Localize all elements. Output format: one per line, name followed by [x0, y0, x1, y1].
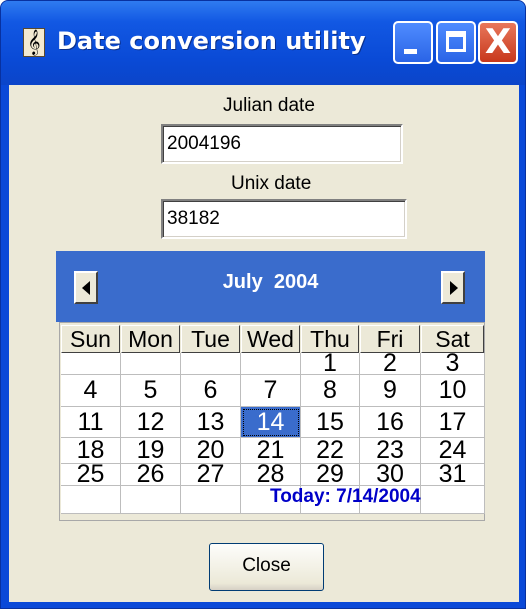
close-icon: X — [484, 22, 512, 62]
unix-date-field[interactable]: 38182 — [161, 199, 407, 239]
calendar-day[interactable]: 28 — [241, 462, 301, 487]
unix-date-label: Unix date — [231, 173, 312, 194]
calendar-empty-cell — [121, 353, 181, 375]
calendar-day[interactable]: 9 — [360, 375, 421, 407]
julian-date-label: Julian date — [223, 95, 315, 116]
weekday-header: Mon — [121, 325, 180, 353]
maximize-icon — [446, 31, 466, 52]
calendar-day[interactable]: 5 — [121, 375, 181, 407]
minimize-icon — [404, 49, 417, 54]
calendar-empty-cell — [421, 486, 485, 514]
next-month-button[interactable] — [441, 271, 465, 304]
weekday-header: Wed — [241, 325, 300, 353]
calendar-day[interactable]: 13 — [181, 407, 241, 438]
calendar-empty-cell — [61, 353, 121, 375]
calendar-empty-cell — [241, 353, 301, 375]
calendar-day[interactable]: 31 — [421, 462, 485, 487]
calendar-day[interactable]: 1 — [301, 351, 360, 376]
calendar-day[interactable]: 6 — [181, 375, 241, 407]
dialog-body: Julian date 2004196 Unix date 38182 July… — [9, 85, 519, 602]
calendar-grid: 1 2 3 4 5 6 7 8 9 10 11 12 13 14 15 16 17 18 19 20 21 22 23 24 2… — [59, 322, 485, 521]
calendar-day[interactable]: 29 — [301, 462, 360, 487]
calendar-empty-cell — [61, 486, 121, 514]
calendar-empty-cell — [121, 486, 181, 514]
weekday-header: Tue — [181, 325, 240, 353]
minimize-button[interactable] — [393, 21, 433, 64]
calendar-day[interactable]: 11 — [61, 407, 121, 438]
calendar-day[interactable]: 17 — [421, 407, 485, 438]
calendar-day[interactable]: 2 — [360, 351, 421, 376]
today-link[interactable]: Today: 7/14/2004 — [270, 486, 421, 508]
right-arrow-icon — [450, 281, 458, 295]
calendar-day[interactable]: 25 — [61, 462, 121, 487]
calendar-day[interactable]: 12 — [121, 407, 181, 438]
month-title: July 2004 — [222, 271, 319, 293]
calendar-day[interactable]: 16 — [360, 407, 421, 438]
app-icon[interactable]: 𝄞 — [23, 28, 45, 57]
close-window-button[interactable]: X — [478, 21, 518, 64]
calendar-day[interactable]: 14 — [241, 407, 301, 438]
weekday-header: Sat — [421, 325, 484, 353]
weekday-header: Fri — [360, 325, 420, 353]
title-bar[interactable]: 𝄞 Date conversion utility X — [1, 1, 525, 85]
calendar-header: July 2004 — [56, 251, 485, 322]
calendar-day[interactable]: 27 — [181, 462, 241, 487]
julian-date-field[interactable]: 2004196 — [161, 124, 403, 164]
calendar-day[interactable]: 15 — [301, 407, 360, 438]
calendar-day[interactable]: 7 — [241, 375, 301, 407]
weekday-header: Sun — [61, 325, 120, 353]
calendar-day[interactable]: 30 — [360, 462, 421, 487]
calendar-day[interactable]: 26 — [121, 462, 181, 487]
close-button[interactable]: Close — [209, 543, 324, 591]
calendar-empty-cell — [181, 486, 241, 514]
calendar-day[interactable]: 8 — [301, 375, 360, 407]
calendar-day[interactable]: 10 — [421, 375, 485, 407]
maximize-button[interactable] — [436, 21, 476, 64]
dialog-window: 𝄞 Date conversion utility X Julian date … — [0, 0, 526, 609]
window-title: Date conversion utility — [57, 27, 366, 55]
calendar-day[interactable]: 3 — [421, 351, 485, 376]
calendar-day[interactable]: 4 — [61, 375, 121, 407]
calendar-empty-cell — [181, 353, 241, 375]
weekday-header: Thu — [301, 325, 359, 353]
